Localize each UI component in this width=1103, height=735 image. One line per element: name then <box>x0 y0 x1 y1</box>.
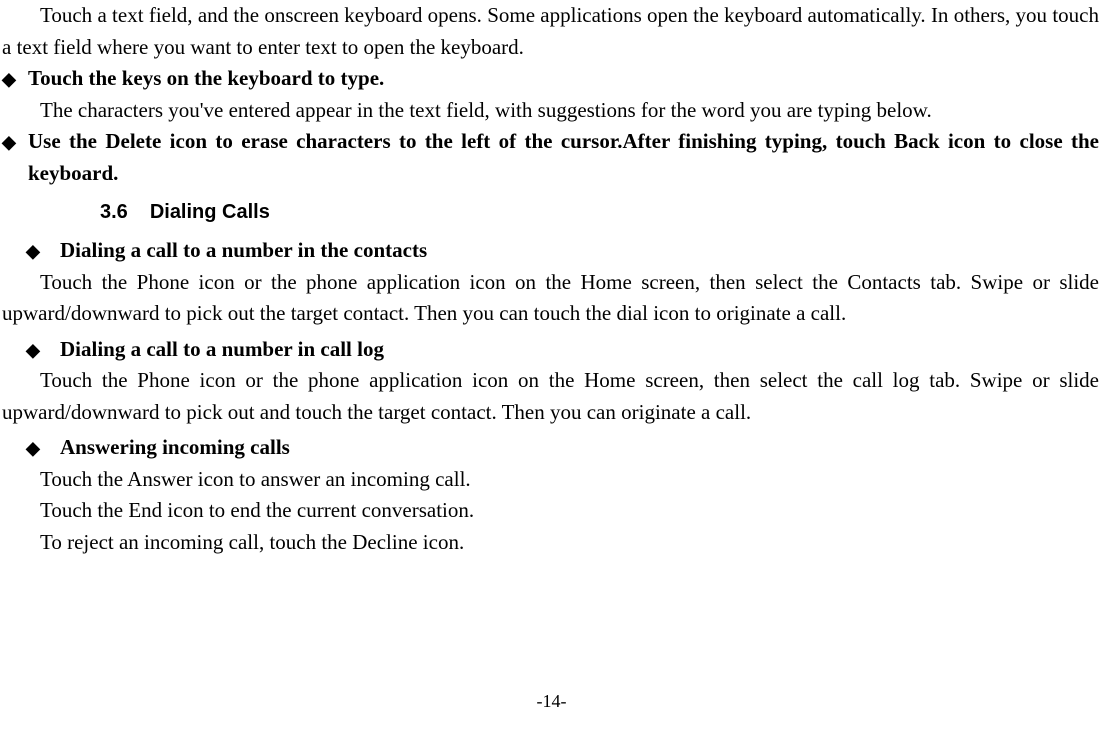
section-title: Dialing Calls <box>150 201 270 223</box>
bullet-delete-icon: ◆ Use the Delete icon to erase character… <box>2 126 1099 189</box>
diamond-icon: ◆ <box>26 334 60 365</box>
subsection-call-log: ◆ Dialing a call to a number in call log <box>26 334 1099 366</box>
subsection-answering: ◆ Answering incoming calls <box>26 432 1099 464</box>
bullet-type-keys: ◆ Touch the keys on the keyboard to type… <box>2 63 1099 95</box>
answer-line-2: Touch the End icon to end the current co… <box>2 495 1099 527</box>
answer-line-1: Touch the Answer icon to answer an incom… <box>2 464 1099 496</box>
diamond-icon: ◆ <box>2 126 28 157</box>
diamond-icon: ◆ <box>26 235 60 266</box>
answer-line-3: To reject an incoming call, touch the De… <box>2 527 1099 559</box>
subsection-contacts: ◆ Dialing a call to a number in the cont… <box>26 235 1099 267</box>
section-number: 3.6 <box>100 197 128 227</box>
subsection-contacts-body: Touch the Phone icon or the phone applic… <box>2 267 1099 330</box>
intro-paragraph: Touch a text field, and the onscreen key… <box>2 0 1099 63</box>
page-content: Touch a text field, and the onscreen key… <box>0 0 1103 558</box>
bullet-type-keys-body: The characters you've entered appear in … <box>2 95 1099 127</box>
subsection-call-log-body: Touch the Phone icon or the phone applic… <box>2 365 1099 428</box>
diamond-icon: ◆ <box>26 432 60 463</box>
page-number: -14- <box>0 688 1103 715</box>
section-heading: 3.6 Dialing Calls <box>100 197 1099 227</box>
diamond-icon: ◆ <box>2 63 28 94</box>
